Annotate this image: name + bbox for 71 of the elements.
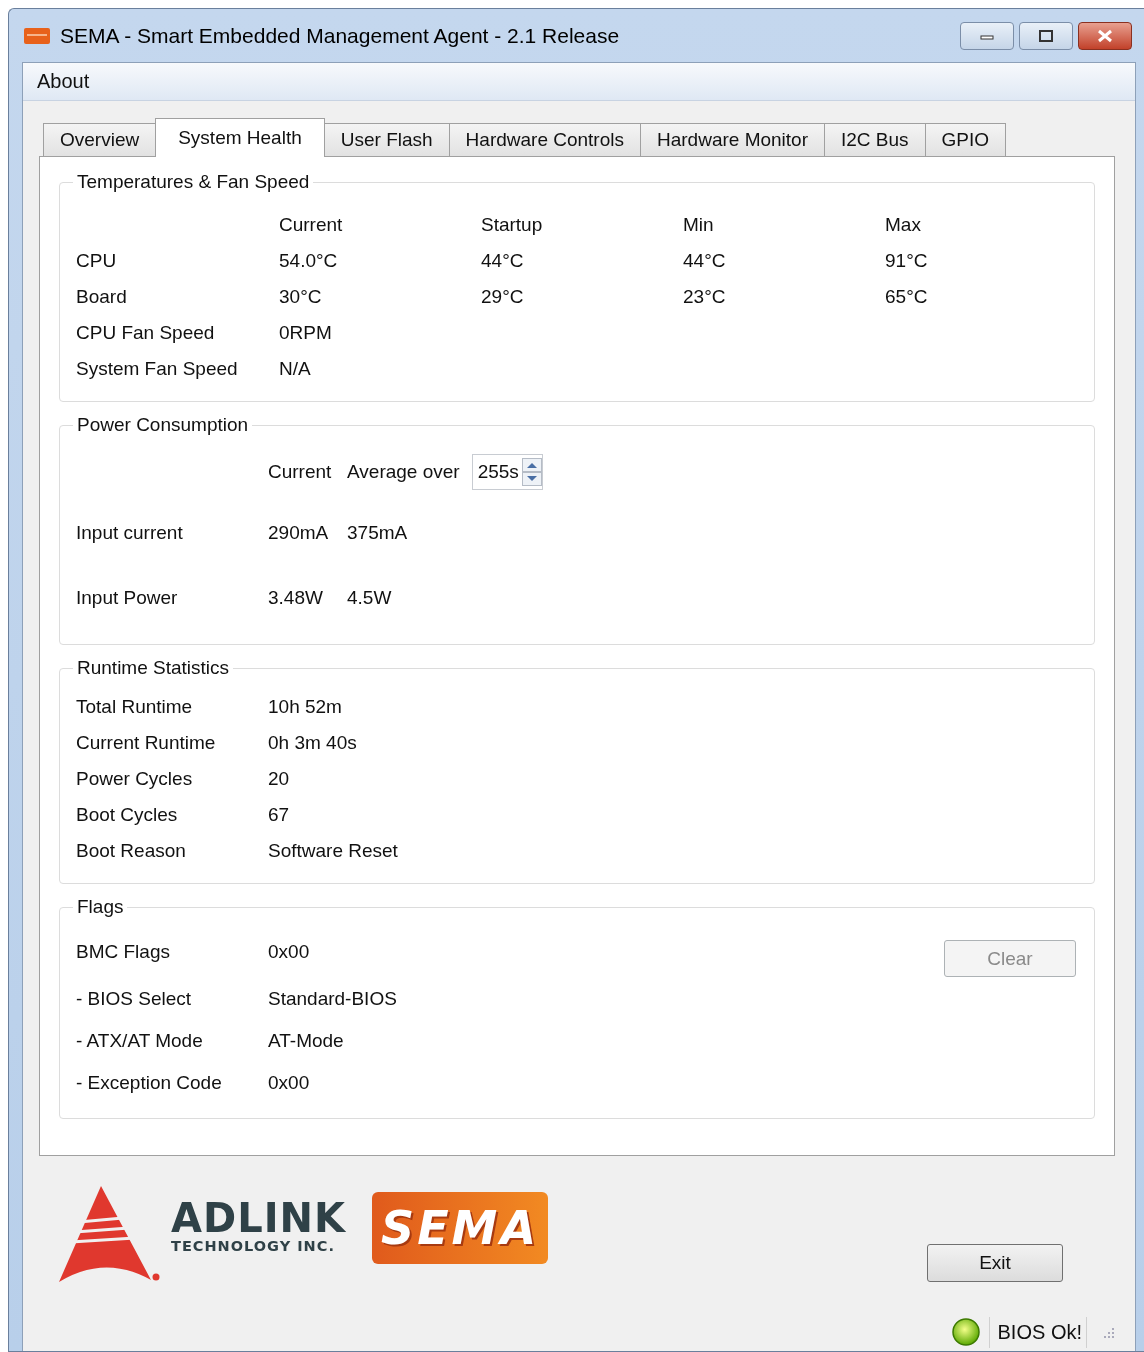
column-header: Min — [683, 214, 715, 236]
value-text: N/A — [279, 358, 312, 380]
row-label: BMC Flags — [76, 941, 170, 963]
value-text: AT-Mode — [268, 1030, 344, 1052]
row-label: Boot Cycles — [76, 804, 178, 826]
value-text: 290mA — [268, 520, 330, 545]
exit-button[interactable]: Exit — [927, 1244, 1063, 1282]
spin-box[interactable]: 255s — [471, 454, 543, 490]
tab[interactable]: User Flash — [323, 123, 450, 156]
value-text: 67 — [268, 804, 290, 826]
value-text: 0x00 — [268, 1072, 310, 1094]
row-label: System Fan Speed — [76, 358, 239, 380]
close-icon — [1096, 28, 1114, 43]
column-header: Max — [885, 214, 922, 236]
group-title: Temperatures & Fan Speed — [76, 171, 311, 193]
value-text: 44°C — [481, 250, 525, 272]
column-header: Current — [268, 460, 333, 484]
row-label: - BIOS Select — [76, 988, 192, 1010]
value-text: 3.48W — [268, 585, 324, 610]
window-title: SEMA - Smart Embedded Management Agent - 2.1 Release — [60, 23, 620, 48]
tab[interactable]: Hardware Monitor — [640, 123, 825, 156]
tab[interactable]: I2C Bus — [824, 123, 926, 156]
row-label: Input current — [76, 520, 184, 545]
value-text: 10h 52m — [268, 696, 342, 718]
menu-item[interactable]: About — [37, 70, 90, 93]
row-label: Power Cycles — [76, 768, 193, 790]
value-text: 0x00 — [268, 941, 310, 963]
minimize-button[interactable] — [960, 21, 1014, 50]
column-header: Current — [279, 214, 344, 236]
value-text: Standard-BIOS — [268, 988, 397, 1010]
row-label: Input Power — [76, 585, 179, 610]
value-text: 375mA — [347, 520, 409, 545]
resize-grip-icon[interactable] — [1101, 1325, 1115, 1339]
row-label: Current Runtime — [76, 732, 216, 754]
value-text: 0h 3m 40s — [268, 732, 357, 754]
logo-wordmark: ADLINK — [171, 1198, 346, 1238]
row-label: Boot Reason — [76, 840, 186, 862]
group-title: Power Consumption — [76, 414, 250, 436]
value-text: 4.5W — [347, 585, 393, 610]
row-label: CPU — [76, 250, 118, 272]
value-text: 91°C — [885, 250, 929, 272]
tab[interactable]: Overview — [43, 123, 157, 156]
value-text: 30°C — [279, 286, 323, 308]
value-text: 29°C — [481, 286, 525, 308]
column-header: Startup — [481, 214, 544, 236]
row-label: - ATX/AT Mode — [76, 1030, 203, 1052]
maximize-button[interactable] — [1019, 21, 1073, 50]
tab[interactable]: GPIO — [924, 123, 1007, 156]
value-text: 54.0°C — [279, 250, 339, 272]
tab[interactable]: System Health — [155, 118, 325, 157]
close-button[interactable] — [1078, 21, 1132, 50]
sema-logo: SEMA — [372, 1192, 548, 1264]
group-title: Runtime Statistics — [76, 657, 231, 679]
app-icon — [24, 25, 50, 46]
value-text: 44°C — [683, 250, 727, 272]
value-text: 23°C — [683, 286, 727, 308]
row-label: Total Runtime — [76, 696, 193, 718]
group-title: Flags — [76, 896, 125, 918]
row-label: - Exception Code — [76, 1072, 222, 1094]
maximize-icon — [1038, 29, 1054, 42]
logo-tagline: TECHNOLOGY INC. — [171, 1238, 336, 1254]
value-text: Software Reset — [268, 840, 398, 862]
row-label: CPU Fan Speed — [76, 322, 216, 344]
value-text: 65°C — [885, 286, 929, 308]
status-text: BIOS Ok! — [988, 1316, 1087, 1348]
value-text: 20 — [268, 768, 290, 790]
spin-arrows-icon[interactable] — [521, 458, 542, 486]
tab[interactable]: Hardware Controls — [448, 123, 641, 156]
row-label: Board — [76, 286, 128, 308]
value-text: 0RPM — [279, 322, 333, 344]
column-header: Average over — [347, 461, 460, 483]
